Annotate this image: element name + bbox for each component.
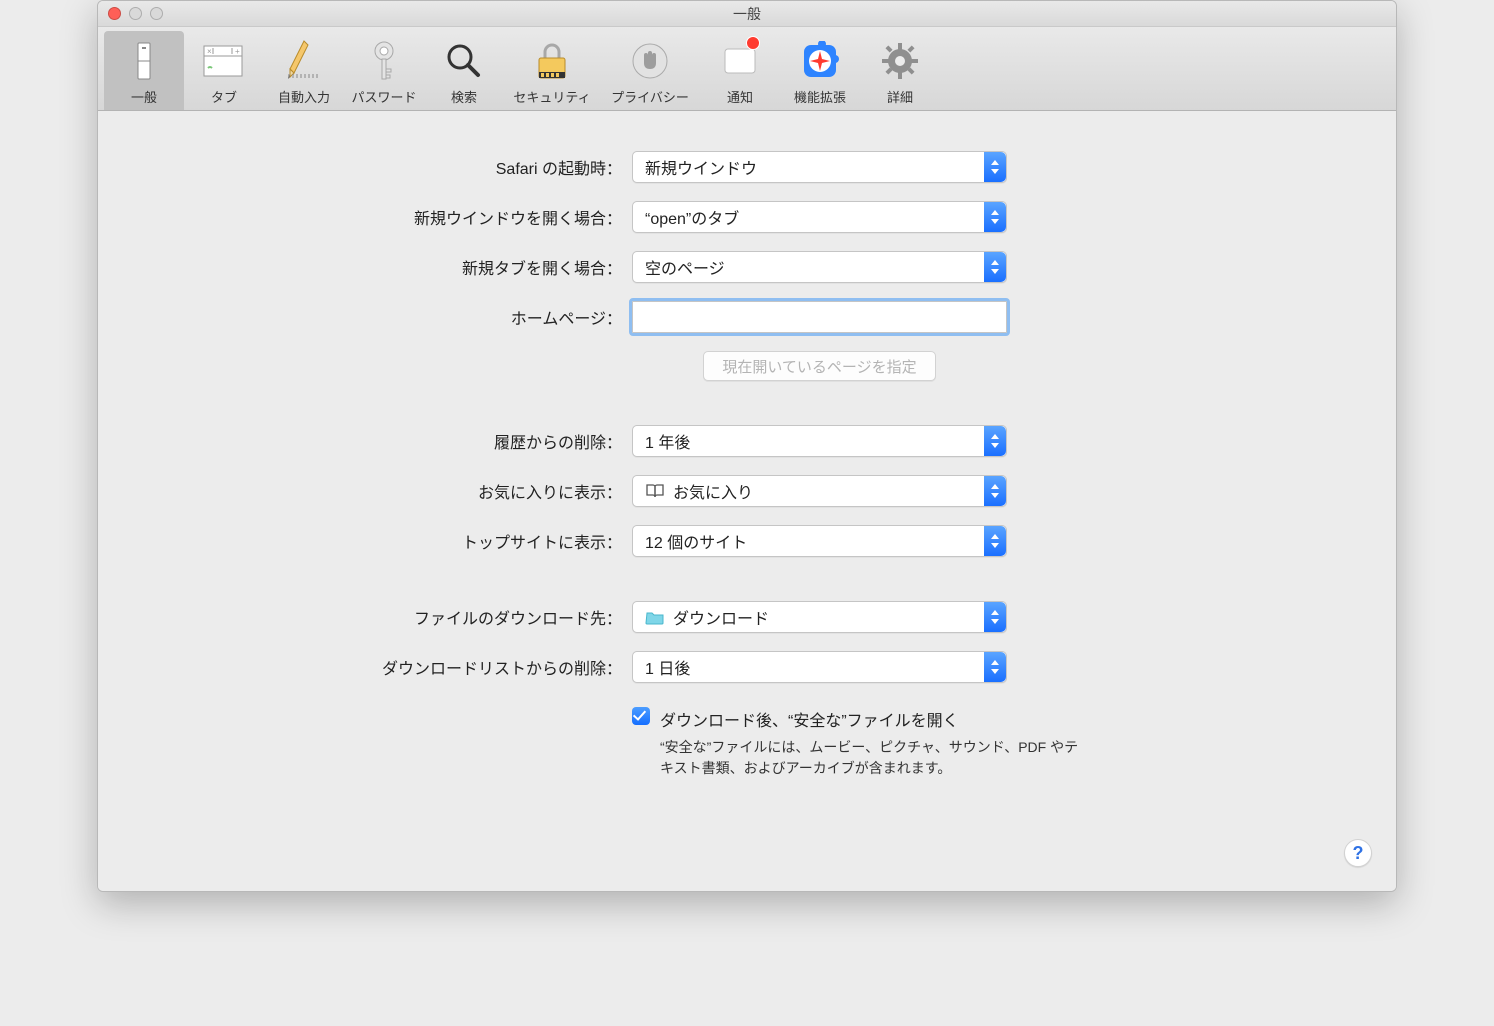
set-homepage-button[interactable]: 現在開いているページを指定: [703, 351, 935, 381]
book-open-icon: [645, 483, 665, 499]
topsites-show-popup[interactable]: 12 個のサイト: [632, 525, 1007, 557]
key-icon: [344, 37, 424, 85]
download-dest-label: ファイルのダウンロード先：: [302, 605, 632, 629]
general-icon: [104, 37, 184, 85]
close-window-button[interactable]: [108, 7, 121, 20]
tabs-icon: × +: [184, 37, 264, 85]
lock-icon: [504, 37, 600, 85]
chevron-updown-icon: [984, 252, 1006, 282]
svg-text:+: +: [235, 47, 240, 56]
topsites-show-label: トップサイトに表示：: [302, 529, 632, 553]
minimize-window-button[interactable]: [129, 7, 142, 20]
tab-advanced[interactable]: 詳細: [860, 31, 940, 110]
new-tab-popup[interactable]: 空のページ: [632, 251, 1007, 283]
homepage-label: ホームページ：: [302, 305, 632, 329]
notification-icon: [700, 37, 780, 85]
tab-autofill[interactable]: 自動入力: [264, 31, 344, 110]
search-icon: [424, 37, 504, 85]
chevron-updown-icon: [984, 652, 1006, 682]
titlebar: 一般: [98, 1, 1396, 27]
notification-badge-icon: [746, 36, 760, 50]
tab-passwords[interactable]: パスワード: [344, 31, 424, 110]
new-window-label: 新規ウインドウを開く場合：: [302, 205, 632, 229]
general-pane: Safari の起動時： 新規ウインドウ 新規ウインドウを開く場合： “open…: [98, 111, 1396, 891]
new-window-popup[interactable]: “open”のタブ: [632, 201, 1007, 233]
favorites-show-popup[interactable]: お気に入り: [632, 475, 1007, 507]
chevron-updown-icon: [984, 152, 1006, 182]
preferences-toolbar: 一般 × + タブ: [98, 27, 1396, 111]
gear-icon: [860, 37, 940, 85]
chevron-updown-icon: [984, 602, 1006, 632]
homepage-input[interactable]: [632, 301, 1007, 333]
chevron-updown-icon: [984, 426, 1006, 456]
on-launch-label: Safari の起動時：: [302, 155, 632, 179]
open-safe-help: “安全な”ファイルには、ムービー、ピクチャ、サウンド、PDF やテキスト書類、お…: [660, 737, 1090, 779]
open-safe-checkbox[interactable]: [632, 707, 650, 725]
download-dest-popup[interactable]: ダウンロード: [632, 601, 1007, 633]
traffic-lights: [108, 7, 163, 20]
open-safe-label: ダウンロード後、“安全な”ファイルを開く: [660, 707, 959, 731]
on-launch-popup[interactable]: 新規ウインドウ: [632, 151, 1007, 183]
hand-icon: [600, 37, 700, 85]
download-remove-popup[interactable]: 1 日後: [632, 651, 1007, 683]
new-tab-label: 新規タブを開く場合：: [302, 255, 632, 279]
tab-notifications[interactable]: 通知: [700, 31, 780, 110]
svg-text:×: ×: [207, 47, 212, 56]
extensions-icon: [780, 37, 860, 85]
history-remove-label: 履歴からの削除：: [302, 429, 632, 453]
chevron-updown-icon: [984, 202, 1006, 232]
tab-tabs[interactable]: × + タブ: [184, 31, 264, 110]
window-title: 一般: [733, 4, 761, 24]
history-remove-popup[interactable]: 1 年後: [632, 425, 1007, 457]
help-button[interactable]: ?: [1344, 839, 1372, 867]
preferences-window: 一般 一般 × +: [97, 0, 1397, 892]
tab-extensions[interactable]: 機能拡張: [780, 31, 860, 110]
tab-security[interactable]: セキュリティ: [504, 31, 600, 110]
favorites-show-label: お気に入りに表示：: [302, 479, 632, 503]
tab-general[interactable]: 一般: [104, 31, 184, 110]
folder-icon: [645, 609, 665, 625]
chevron-updown-icon: [984, 526, 1006, 556]
pencil-icon: [264, 37, 344, 85]
download-remove-label: ダウンロードリストからの削除：: [302, 655, 632, 679]
chevron-updown-icon: [984, 476, 1006, 506]
tab-privacy[interactable]: プライバシー: [600, 31, 700, 110]
tab-search[interactable]: 検索: [424, 31, 504, 110]
maximize-window-button[interactable]: [150, 7, 163, 20]
